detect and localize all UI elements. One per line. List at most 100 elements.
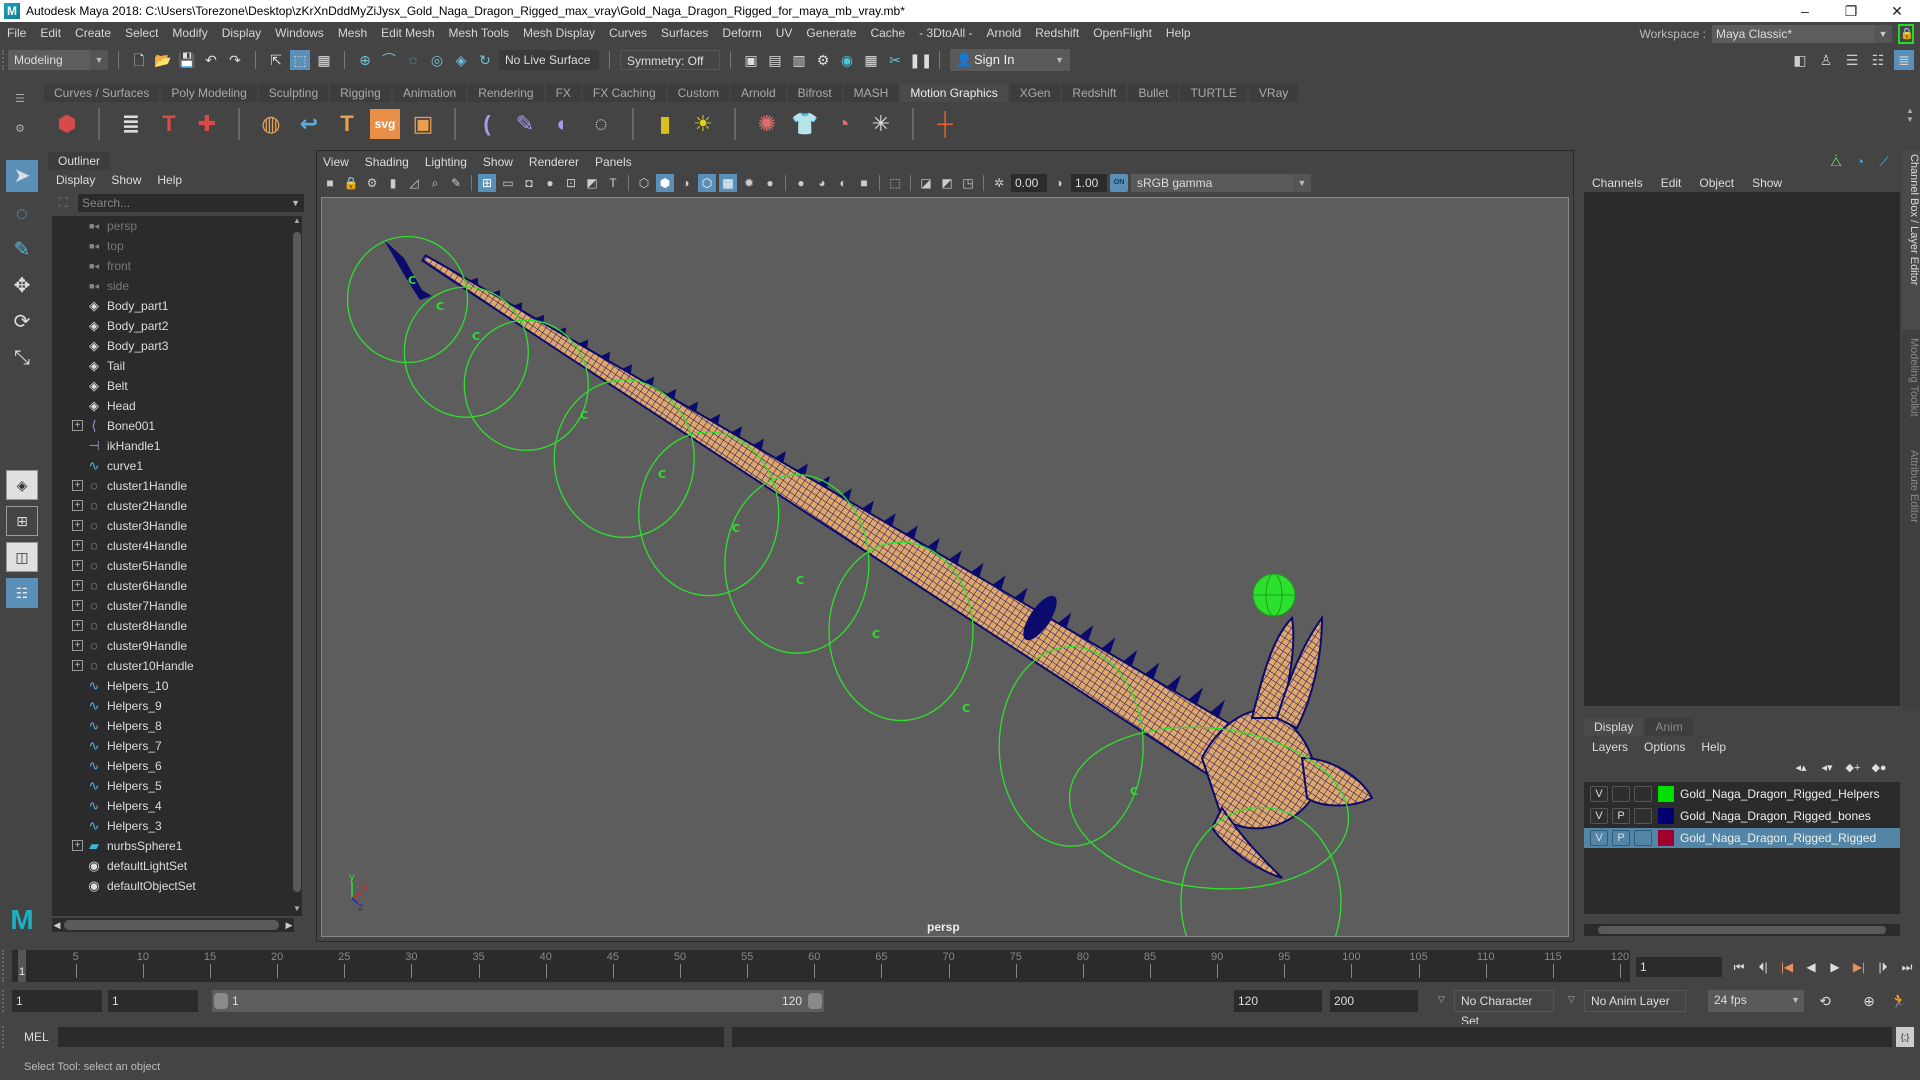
outliner-item[interactable]: ∿ Helpers_7 <box>52 736 294 756</box>
outliner-item[interactable]: ◈ Tail <box>52 356 294 376</box>
layer-visibility-toggle[interactable]: V <box>1590 786 1608 802</box>
menu-surfaces[interactable]: Surfaces <box>654 26 715 40</box>
manipulator-icon[interactable]: ⧊ <box>1828 154 1844 170</box>
add-mash-node-icon[interactable]: ✚ <box>192 109 222 139</box>
shelf-tab-poly-modeling[interactable]: Poly Modeling <box>161 84 257 102</box>
particle-emitter-icon[interactable]: ✺ <box>752 109 782 139</box>
character-set-menu-icon[interactable]: ▽ <box>1438 994 1445 1005</box>
outliner-item[interactable]: ◈ Belt <box>52 376 294 396</box>
expand-icon[interactable]: + <box>72 540 83 551</box>
outliner-horizontal-scrollbar[interactable]: ◀ ▶ <box>52 918 294 932</box>
svg-icon[interactable]: svg <box>370 109 400 139</box>
layer-menu-options[interactable]: Options <box>1644 738 1685 756</box>
animation-end-field[interactable]: 200 <box>1330 990 1418 1012</box>
gate-mask-icon[interactable]: ● <box>541 174 559 192</box>
render-settings-icon[interactable]: ⚙ <box>813 50 833 70</box>
move-layer-up-icon[interactable]: ◂▴ <box>1792 760 1810 776</box>
expand-icon[interactable]: + <box>72 480 83 491</box>
default-material-icon[interactable]: ◑ <box>677 174 695 192</box>
sphere-icon[interactable]: ◍ <box>256 109 286 139</box>
range-start-handle[interactable] <box>214 993 228 1009</box>
xray-joints-icon[interactable]: ◪ <box>917 174 935 192</box>
channel-box-menu-edit[interactable]: Edit <box>1661 174 1682 192</box>
expand-icon[interactable]: + <box>72 660 83 671</box>
outliner-menu-show[interactable]: Show <box>111 170 141 190</box>
shelf-tab-bullet[interactable]: Bullet <box>1128 84 1179 102</box>
outliner-item[interactable]: + ◌ cluster6Handle <box>52 576 294 596</box>
menu-file[interactable]: File <box>0 26 33 40</box>
snap-view-plane-icon[interactable]: ◎ <box>427 50 447 70</box>
menu-mesh[interactable]: Mesh <box>331 26 374 40</box>
shelf-tab-rigging[interactable]: Rigging <box>330 84 391 102</box>
current-frame-field[interactable]: 1 <box>1636 957 1722 977</box>
shelf-tab-turtle[interactable]: TURTLE <box>1180 84 1247 102</box>
lasso-tool-icon[interactable]: ◌ <box>6 198 38 230</box>
outliner-item[interactable]: ∿ Helpers_8 <box>52 716 294 736</box>
expand-icon[interactable]: + <box>72 580 83 591</box>
animation-start-field[interactable]: 1 <box>12 990 102 1012</box>
outliner-item[interactable]: ∿ Helpers_6 <box>52 756 294 776</box>
mash-network-icon[interactable]: ⬢ <box>52 109 82 139</box>
layer-menu-help[interactable]: Help <box>1701 738 1726 756</box>
paint-select-tool-icon[interactable]: ✎ <box>6 234 38 266</box>
anim-layer-menu-icon[interactable]: ▽ <box>1568 994 1575 1005</box>
scroll-down-icon[interactable]: ▼ <box>292 904 302 916</box>
menu-cache[interactable]: Cache <box>863 26 912 40</box>
layer-playback-toggle[interactable] <box>1612 786 1630 802</box>
menu-edit[interactable]: Edit <box>33 26 68 40</box>
outliner-item[interactable]: + ▰ nurbsSphere1 <box>52 836 294 856</box>
grip-handle[interactable] <box>2 1026 4 1048</box>
cluster-marker[interactable]: C <box>472 330 480 343</box>
expand-icon[interactable]: + <box>72 560 83 571</box>
outliner-menu-display[interactable]: Display <box>56 170 95 190</box>
minimize-button[interactable]: – <box>1782 0 1828 22</box>
menu-arnold[interactable]: Arnold <box>980 26 1029 40</box>
camera-attributes-icon[interactable]: ⚙ <box>363 174 381 192</box>
helper-curve[interactable] <box>403 286 529 418</box>
layer-display-type-toggle[interactable] <box>1634 786 1652 802</box>
snap-pivot-icon[interactable]: ↻ <box>475 50 495 70</box>
layer-playback-toggle[interactable]: P <box>1612 808 1630 824</box>
select-camera-icon[interactable]: ■ <box>321 174 339 192</box>
play-backwards-icon[interactable]: ◀ <box>1802 957 1820 977</box>
outliner-search-input[interactable]: Search... ▼ <box>78 194 304 212</box>
viewport-menu-panels[interactable]: Panels <box>595 153 632 171</box>
close-button[interactable]: ✕ <box>1874 0 1920 22</box>
outliner-item[interactable]: + ◌ cluster7Handle <box>52 596 294 616</box>
lock-icon[interactable]: 🔒 <box>1898 24 1914 44</box>
open-scene-icon[interactable]: 📂 <box>153 50 173 70</box>
menuset-dropdown[interactable]: Modeling ▼ <box>8 50 108 70</box>
channel-box-menu-channels[interactable]: Channels <box>1592 174 1643 192</box>
cluster-marker[interactable]: C <box>872 628 880 641</box>
xray-icon[interactable]: ▩ <box>719 174 737 192</box>
grid-icon[interactable]: ⊞ <box>478 174 496 192</box>
playback-start-field[interactable]: 1 <box>108 990 198 1012</box>
script-editor-icon[interactable]: {;} <box>1896 1027 1914 1047</box>
command-input[interactable] <box>58 1027 724 1047</box>
sign-in-button[interactable]: 👤 Sign In ▼ <box>950 49 1070 71</box>
layer-horizontal-scrollbar[interactable] <box>1584 924 1900 936</box>
menu-help[interactable]: Help <box>1159 26 1198 40</box>
outliner-item[interactable]: + ◌ cluster10Handle <box>52 656 294 676</box>
outliner-tab[interactable]: Outliner <box>48 152 110 170</box>
pause-viewport-icon[interactable]: ❚❚ <box>909 50 932 70</box>
layer-display-type-toggle[interactable] <box>1634 808 1652 824</box>
range-end-handle[interactable] <box>808 993 822 1009</box>
layer-playback-toggle[interactable]: P <box>1612 830 1630 846</box>
field-chart-icon[interactable]: ⊡ <box>562 174 580 192</box>
expand-icon[interactable]: + <box>72 500 83 511</box>
save-scene-icon[interactable]: 💾 <box>177 50 197 70</box>
menu-windows[interactable]: Windows <box>268 26 331 40</box>
2d-pan-zoom-icon[interactable]: ⌕ <box>426 174 444 192</box>
blob-icon[interactable]: ◔ <box>828 109 858 139</box>
outliner-item[interactable]: ■◂ front <box>52 256 294 276</box>
menu-openflight[interactable]: OpenFlight <box>1086 26 1159 40</box>
outliner-item[interactable]: ◉ defaultObjectSet <box>52 876 294 896</box>
shelf-tab-motion-graphics[interactable]: Motion Graphics <box>900 84 1008 102</box>
new-layer-icon[interactable]: ◆+ <box>1844 760 1862 776</box>
shelf-tab-mash[interactable]: MASH <box>843 84 899 102</box>
new-scene-icon[interactable]: 🗋 <box>129 50 149 70</box>
expand-icon[interactable]: + <box>72 840 83 851</box>
menu-deform[interactable]: Deform <box>715 26 768 40</box>
shelf-tab-bifrost[interactable]: Bifrost <box>787 84 842 102</box>
